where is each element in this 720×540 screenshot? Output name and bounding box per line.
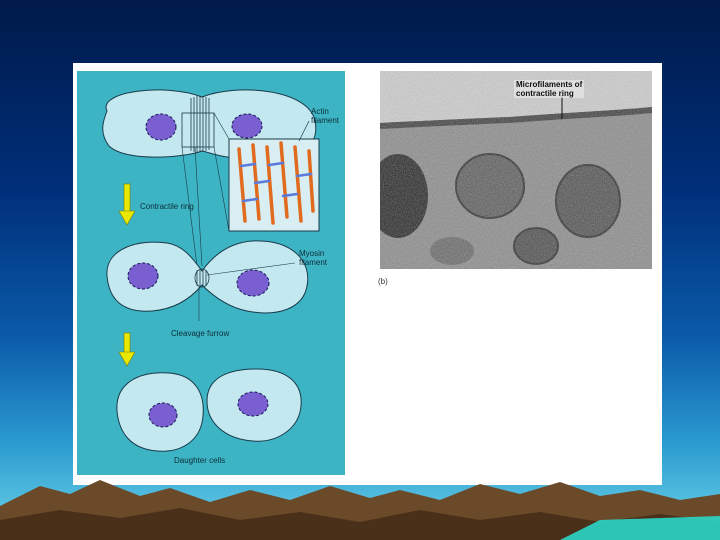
electron-micrograph: Microfilaments of contractile ring <box>380 71 652 269</box>
nucleus <box>148 402 178 428</box>
myosin-filament-label: Myosin filament <box>299 249 328 267</box>
cytokinesis-diagram: Actin filament Contractile ring Myosin f… <box>77 71 345 475</box>
cleavage-furrow-label: Cleavage furrow <box>171 329 230 338</box>
nucleus <box>231 113 263 139</box>
daughter-cells-label: Daughter cells <box>174 456 226 465</box>
cytokinesis-illustration <box>102 89 320 452</box>
contractile-ring-label: Contractile ring <box>140 202 194 211</box>
nucleus <box>145 113 177 141</box>
slide: { "diagram": { "labels": { "actin_filame… <box>0 0 720 540</box>
actin-filament-label: Actin filament <box>311 107 340 125</box>
arrow-down-icon <box>118 183 136 226</box>
slide-frame: Actin filament Contractile ring Myosin f… <box>73 63 662 485</box>
nucleus <box>127 262 159 290</box>
nucleus <box>236 269 270 297</box>
micrograph-image <box>380 71 652 269</box>
microfilaments-label: Microfilaments of contractile ring <box>514 80 585 98</box>
nucleus <box>237 391 269 417</box>
contractile-ring-1 <box>190 96 210 152</box>
arrow-down-icon <box>118 332 136 367</box>
mountain-landscape <box>0 480 720 540</box>
panel-letter: (b) <box>378 277 388 286</box>
